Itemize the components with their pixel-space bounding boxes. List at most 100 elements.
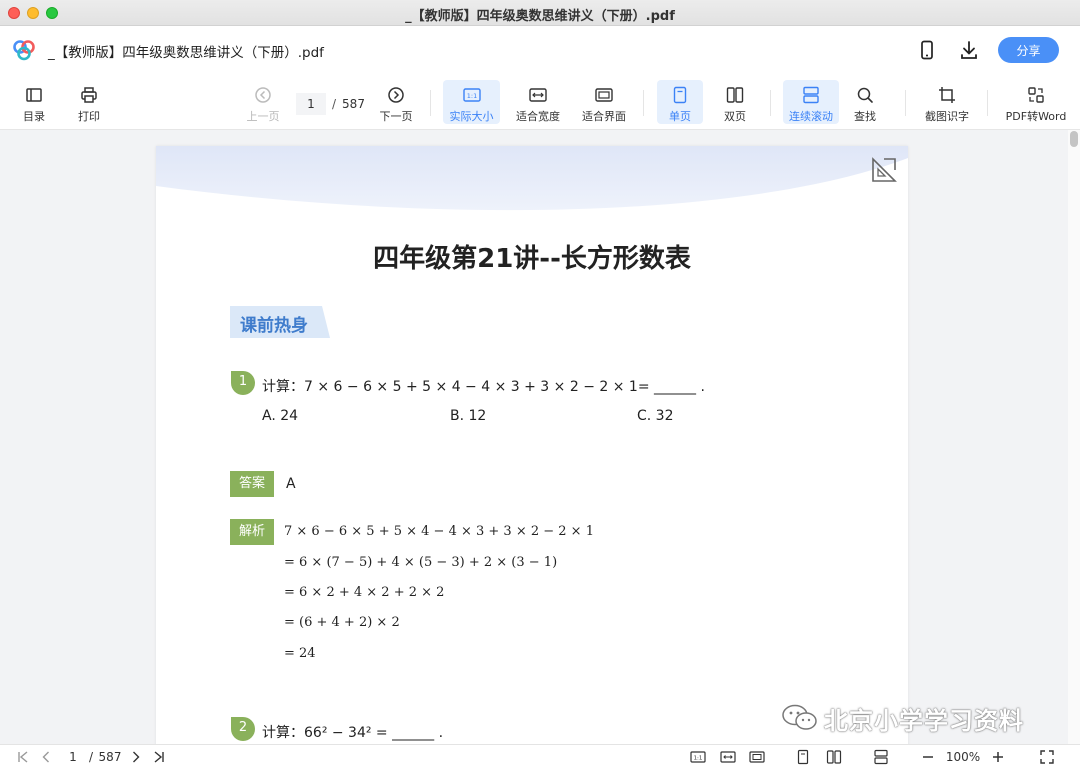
fit-page-icon xyxy=(595,88,613,102)
zoom-out-button[interactable] xyxy=(920,748,936,766)
double-page-icon xyxy=(826,750,842,764)
wechat-watermark: 北京小学学习资料 xyxy=(780,700,1024,736)
toolbar-divider xyxy=(430,90,431,116)
analysis-step: = 6 × (7 − 5) + 4 × (5 − 3) + 2 × (3 − 1… xyxy=(284,555,558,570)
zoom-in-button[interactable] xyxy=(990,748,1006,766)
status-page-number[interactable]: 1 xyxy=(64,748,82,766)
toolbar-divider xyxy=(643,90,644,116)
vertical-scrollbar[interactable] xyxy=(1068,130,1080,744)
plus-icon xyxy=(993,752,1003,762)
fit-width-icon xyxy=(720,751,736,763)
option-c: C. 32 xyxy=(637,408,674,424)
last-page-icon xyxy=(154,751,164,763)
status-actual-size-button[interactable]: 1:1 xyxy=(688,748,708,766)
question-2-text: 计算：66² − 34² = ______ . xyxy=(262,725,444,741)
status-total-pages: 587 xyxy=(98,750,122,764)
question-number-badge: 1 xyxy=(230,370,256,396)
single-page-button[interactable]: 单页 xyxy=(657,80,703,124)
document-viewport[interactable]: 四年级第21讲--长方形数表 课前热身 1 计算：7 × 6 − 6 × 5 +… xyxy=(0,130,1068,744)
double-page-icon xyxy=(726,87,744,103)
analysis-tag: 解析 xyxy=(230,519,274,545)
continuous-scroll-icon xyxy=(874,749,888,765)
pdf-to-word-button[interactable]: PDF转Word xyxy=(1000,80,1072,124)
svg-text:1:1: 1:1 xyxy=(466,92,476,100)
double-page-button[interactable]: 双页 xyxy=(713,80,757,124)
fit-width-button[interactable]: 适合宽度 xyxy=(511,80,565,124)
option-a: A. 24 xyxy=(262,408,299,424)
question-1-text: 计算：7 × 6 − 6 × 5 + 5 × 4 − 4 × 3 + 3 × 2… xyxy=(262,379,705,395)
scrollbar-thumb[interactable] xyxy=(1070,131,1078,147)
answer-tag: 答案 xyxy=(230,471,274,497)
app-header: _【教师版】四年级奥数思维讲义（下册）.pdf 分享 xyxy=(0,26,1080,74)
answer-value: A xyxy=(286,476,296,492)
main-toolbar: 目录 打印 上一页 / 587 下一页 1:1 实际大小 适合宽度 适合界面 单… xyxy=(0,74,1080,130)
ruler-triangle-icon xyxy=(872,157,897,182)
analysis-step: = (6 + 4 + 2) × 2 xyxy=(284,615,400,630)
actual-size-button[interactable]: 1:1 实际大小 xyxy=(443,80,500,124)
page-navigator: / 587 xyxy=(296,93,365,115)
option-b: B. 12 xyxy=(450,408,487,424)
status-fit-width-button[interactable] xyxy=(718,748,738,766)
continuous-scroll-icon xyxy=(803,86,819,104)
lesson-title: 四年级第21讲--长方形数表 xyxy=(373,244,691,274)
svg-text:1:1: 1:1 xyxy=(694,756,703,762)
next-page-button[interactable]: 下一页 xyxy=(376,80,416,124)
crop-ocr-icon xyxy=(939,87,955,103)
mobile-device-icon[interactable] xyxy=(916,39,938,61)
app-logo-icon xyxy=(13,40,35,61)
page-number-input[interactable] xyxy=(296,93,326,115)
screenshot-ocr-button[interactable]: 截图识字 xyxy=(920,80,974,124)
prev-page-button[interactable]: 上一页 xyxy=(243,80,283,124)
status-bar: 1 / 587 1:1 100% xyxy=(0,744,1080,768)
first-page-icon xyxy=(18,751,28,763)
fit-width-icon xyxy=(529,88,547,102)
window-title: _【教师版】四年级奥数思维讲义（下册）.pdf xyxy=(405,9,675,24)
chevron-right-icon xyxy=(133,751,140,763)
toolbar-divider xyxy=(987,90,988,116)
zoom-level[interactable]: 100% xyxy=(944,748,982,766)
first-page-button[interactable] xyxy=(14,748,32,766)
status-continuous-scroll-button[interactable] xyxy=(872,748,890,766)
section-tag: 课前热身 xyxy=(230,306,330,338)
chevron-left-icon xyxy=(42,751,49,763)
fullscreen-icon xyxy=(1040,750,1054,764)
sidebar-toc-icon xyxy=(26,88,42,102)
fit-page-button[interactable]: 适合界面 xyxy=(577,80,631,124)
minus-icon xyxy=(923,756,933,758)
analysis-step: = 24 xyxy=(284,646,316,661)
analysis-step: 7 × 6 − 6 × 5 + 5 × 4 − 4 × 3 + 3 × 2 − … xyxy=(284,524,594,539)
chevron-right-circle-icon xyxy=(388,87,404,103)
status-double-page-button[interactable] xyxy=(824,748,844,766)
page-separator: / xyxy=(332,97,337,111)
question-number-badge: 2 xyxy=(230,716,256,742)
total-pages: 587 xyxy=(342,97,365,111)
analysis-step: = 6 × 2 + 4 × 2 + 2 × 2 xyxy=(284,585,445,600)
page-header-wave xyxy=(156,146,908,211)
single-page-icon xyxy=(797,749,809,765)
print-button[interactable]: 打印 xyxy=(69,80,109,124)
status-single-page-button[interactable] xyxy=(794,748,812,766)
actual-size-icon: 1:1 xyxy=(690,751,706,763)
wechat-icon xyxy=(782,704,817,730)
fit-page-icon xyxy=(749,751,765,763)
toc-button[interactable]: 目录 xyxy=(14,80,54,124)
download-icon[interactable] xyxy=(958,39,980,61)
pdf-page: 四年级第21讲--长方形数表 课前热身 1 计算：7 × 6 − 6 × 5 +… xyxy=(156,146,908,744)
status-page-separator: / xyxy=(88,750,94,764)
toolbar-divider xyxy=(770,90,771,116)
chevron-left-circle-icon xyxy=(255,87,271,103)
actual-size-icon: 1:1 xyxy=(462,88,481,102)
last-page-button[interactable] xyxy=(150,748,168,766)
toolbar-divider xyxy=(905,90,906,116)
search-icon xyxy=(857,87,873,103)
window-titlebar: _【教师版】四年级奥数思维讲义（下册）.pdf xyxy=(0,0,1080,26)
prev-page-small-button[interactable] xyxy=(38,748,54,766)
status-fit-page-button[interactable] xyxy=(747,748,767,766)
search-button[interactable]: 查找 xyxy=(845,80,885,124)
fullscreen-button[interactable] xyxy=(1038,748,1056,766)
next-page-small-button[interactable] xyxy=(128,748,144,766)
share-button[interactable]: 分享 xyxy=(998,37,1059,63)
document-title: _【教师版】四年级奥数思维讲义（下册）.pdf xyxy=(48,45,324,61)
continuous-scroll-button[interactable]: 连续滚动 xyxy=(783,80,839,124)
convert-icon xyxy=(1028,87,1044,103)
